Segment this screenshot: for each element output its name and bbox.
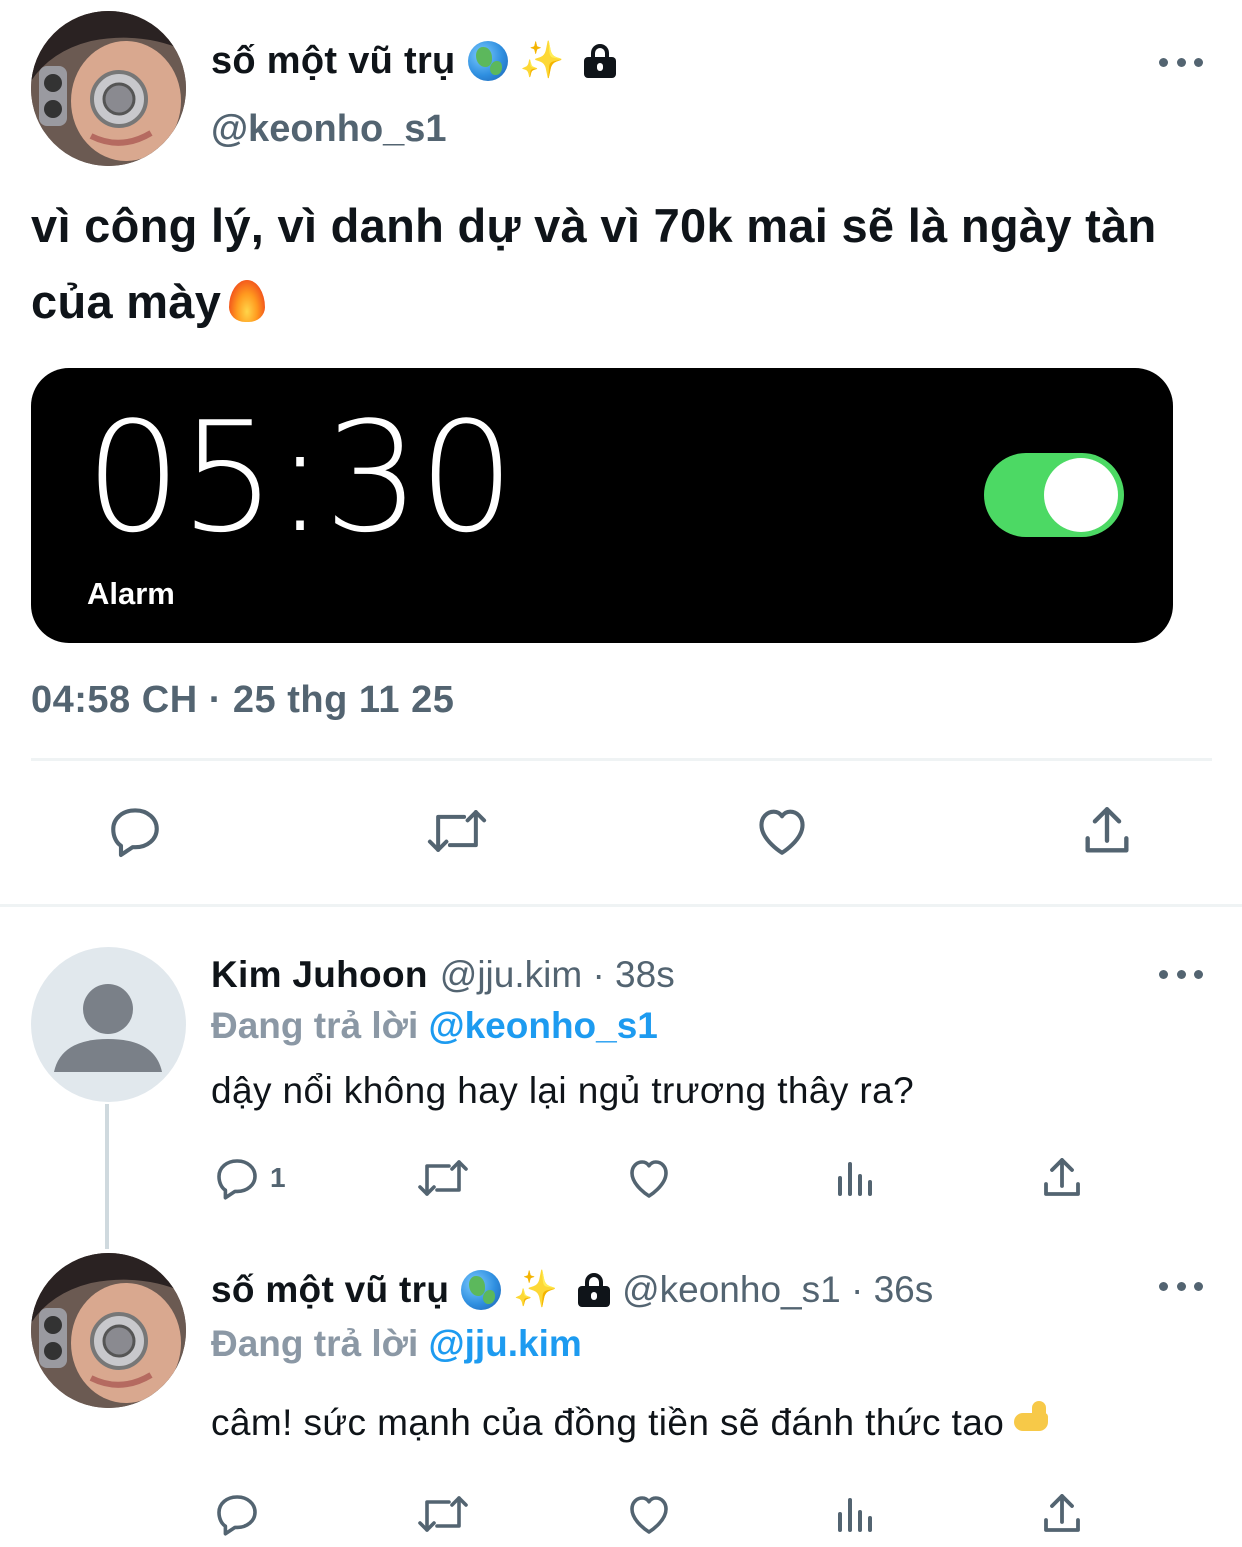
author-name-row: số một vũ trụ ✨ xyxy=(211,36,617,86)
reply-author-name[interactable]: Kim Juhoon xyxy=(211,954,428,996)
replying-to-line: Đang trả lời @jju.kim xyxy=(211,1323,582,1365)
tweet-text-content: vì công lý, vì danh dự và vì 70k mai sẽ … xyxy=(31,199,1157,328)
reply-text: dậy nổi không hay lại ngủ trương thây ra… xyxy=(211,1070,915,1111)
reply-icon[interactable] xyxy=(106,802,164,860)
alarm-time: 05:30 xyxy=(85,389,515,566)
share-icon[interactable] xyxy=(1078,802,1136,860)
views-icon[interactable] xyxy=(832,1490,880,1538)
sparkles-icon: ✨ xyxy=(513,1269,559,1310)
more-options-icon[interactable] xyxy=(1159,1276,1203,1296)
reply-icon[interactable] xyxy=(213,1154,261,1202)
flexed-biceps-emoji-icon xyxy=(1010,1401,1050,1441)
tweet-media-image[interactable]: 05:30 Alarm xyxy=(31,368,1173,643)
like-icon[interactable] xyxy=(624,1154,674,1202)
author-handle[interactable]: @keonho_s1 xyxy=(211,108,447,151)
share-icon[interactable] xyxy=(1038,1490,1086,1538)
thread-connector-line xyxy=(105,1104,109,1249)
tweet-timestamp[interactable]: 04:58 CH · 25 thg 11 25 xyxy=(31,679,454,722)
alarm-label: Alarm xyxy=(87,576,175,611)
reply-count: 1 xyxy=(270,1162,286,1193)
alarm-toggle-knob xyxy=(1044,458,1118,532)
tweet-thread: số một vũ trụ ✨ @keonho_s1 vì công lý, v… xyxy=(0,0,1242,1547)
replying-to-line: Đang trả lời @keonho_s1 xyxy=(211,1005,658,1047)
views-icon[interactable] xyxy=(832,1154,880,1202)
globe-emoji-icon xyxy=(467,41,508,81)
reply-handle-time[interactable]: @keonho_s1 · 36s xyxy=(622,1269,933,1311)
lock-icon xyxy=(578,1273,611,1307)
reply-author-name[interactable]: số một vũ trụ xyxy=(211,1269,449,1311)
replying-to-mention[interactable]: @keonho_s1 xyxy=(429,1005,658,1046)
globe-emoji-icon xyxy=(461,1270,502,1310)
more-options-icon[interactable] xyxy=(1159,52,1203,72)
reply-icon[interactable] xyxy=(213,1490,261,1538)
retweet-icon[interactable] xyxy=(415,1490,471,1538)
replying-to-prefix: Đang trả lời xyxy=(211,1005,419,1046)
more-options-icon[interactable] xyxy=(1159,964,1203,984)
alarm-toggle xyxy=(984,453,1124,537)
tweet-text: vì công lý, vì danh dự và vì 70k mai sẽ … xyxy=(31,188,1171,340)
reply-header: số một vũ trụ ✨ @keonho_s1 · 36s xyxy=(211,1265,933,1315)
reply-header: Kim Juhoon @jju.kim · 38s xyxy=(211,950,675,1000)
share-icon[interactable] xyxy=(1038,1154,1086,1202)
divider xyxy=(31,758,1212,761)
like-icon[interactable] xyxy=(752,802,812,860)
reply-text-content: câm! sức mạnh của đồng tiền sẽ đánh thức… xyxy=(211,1402,1005,1443)
default-avatar[interactable] xyxy=(31,947,186,1102)
replying-to-mention[interactable]: @jju.kim xyxy=(429,1323,582,1364)
sparkles-icon: ✨ xyxy=(519,40,565,81)
author-name[interactable]: số một vũ trụ xyxy=(211,40,456,83)
author-avatar[interactable] xyxy=(31,1253,186,1408)
section-divider xyxy=(0,904,1242,907)
lock-icon xyxy=(584,44,617,78)
retweet-icon[interactable] xyxy=(415,1154,471,1202)
retweet-icon[interactable] xyxy=(424,802,490,860)
replying-to-prefix: Đang trả lời xyxy=(211,1323,419,1364)
like-icon[interactable] xyxy=(624,1490,674,1538)
reply-text: câm! sức mạnh của đồng tiền sẽ đánh thức… xyxy=(211,1401,1050,1444)
fire-emoji-icon xyxy=(227,276,267,324)
author-avatar[interactable] xyxy=(31,11,186,166)
reply-handle-time[interactable]: @jju.kim · 38s xyxy=(440,954,675,996)
